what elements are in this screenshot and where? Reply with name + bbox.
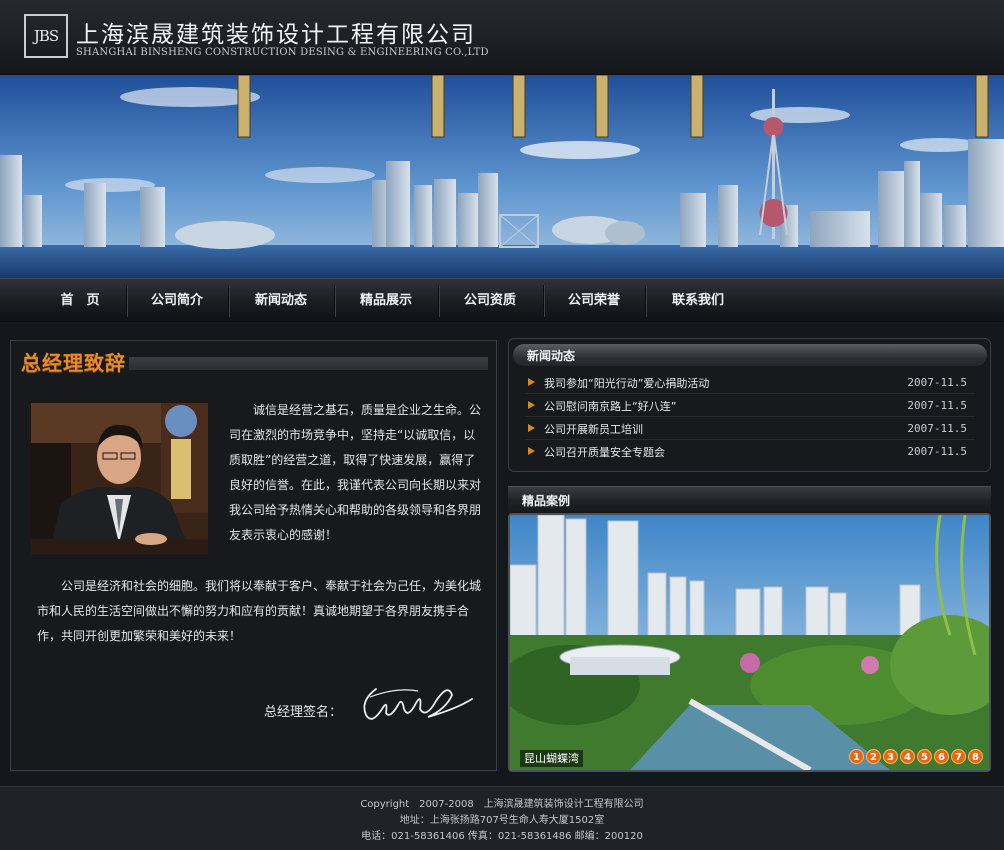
cases-title: 精品案例 xyxy=(522,494,571,508)
news-header-bar: 新闻动态 xyxy=(513,344,987,366)
skyline-banner xyxy=(0,75,1004,278)
news-item[interactable]: 公司慰问南京路上“好八连” 2007-11.5 xyxy=(525,395,975,417)
gm-signature-image xyxy=(356,679,476,733)
gm-portrait-image xyxy=(31,403,208,554)
news-item[interactable]: 公司召开质量安全专题会 2007-11.5 xyxy=(525,441,975,463)
case-photo xyxy=(510,515,989,770)
nav-divider xyxy=(543,285,544,317)
news-item-title[interactable]: 公司召开质量安全专题会 xyxy=(544,444,665,460)
news-panel: 新闻动态 我司参加“阳光行动”爱心捐助活动 2007-11.5 公司慰问南京路上… xyxy=(508,338,991,472)
footer-address: 地址：上海张扬路707号生命人寿大厦1502室 xyxy=(399,815,605,826)
news-item[interactable]: 公司开展新员工培训 2007-11.5 xyxy=(525,418,975,440)
nav-home[interactable]: 首 页 xyxy=(40,279,120,322)
news-item-title[interactable]: 公司慰问南京路上“好八连” xyxy=(544,398,676,414)
pager-button-6[interactable]: 6 xyxy=(934,749,949,764)
nav-divider xyxy=(126,285,127,317)
footer-copyright: Copyright 2007-2008 上海滨晟建筑装饰设计工程有限公司 xyxy=(360,799,644,810)
site-footer: Copyright 2007-2008 上海滨晟建筑装饰设计工程有限公司 地址：… xyxy=(0,786,1004,850)
nav-divider xyxy=(334,285,335,317)
nav-divider xyxy=(645,285,646,317)
pager-button-1[interactable]: 1 xyxy=(849,749,864,764)
case-caption: 昆山蝴蝶湾 xyxy=(520,750,583,767)
news-item-date: 2007-11.5 xyxy=(907,376,967,389)
nav-divider xyxy=(228,285,229,317)
pager-button-7[interactable]: 7 xyxy=(951,749,966,764)
pager-button-5[interactable]: 5 xyxy=(917,749,932,764)
main-nav: 首 页 公司简介 新闻动态 精品展示 公司资质 公司荣誉 联系我们 xyxy=(0,278,1004,322)
gm-speech-paragraph-2: 公司是经济和社会的细胞。我们将以奉献于客户、奉献于社会为己任，为美化城市和人民的… xyxy=(37,579,482,643)
case-slideshow[interactable]: 昆山蝴蝶湾 1 2 3 4 5 6 7 8 xyxy=(508,513,991,772)
bullet-arrow-icon xyxy=(528,378,535,386)
news-item-title[interactable]: 公司开展新员工培训 xyxy=(544,421,643,437)
news-item-date: 2007-11.5 xyxy=(907,422,967,435)
nav-honors[interactable]: 公司荣誉 xyxy=(554,279,634,322)
news-item-date: 2007-11.5 xyxy=(907,399,967,412)
footer-contact: 电话：021-58361406 传真：021-58361486 邮编：20012… xyxy=(361,831,643,842)
nav-contact[interactable]: 联系我们 xyxy=(658,279,738,322)
nav-showcase[interactable]: 精品展示 xyxy=(346,279,426,322)
nav-divider xyxy=(438,285,439,317)
slideshow-pager: 1 2 3 4 5 6 7 8 xyxy=(849,749,983,764)
nav-news[interactable]: 新闻动态 xyxy=(241,279,321,322)
gm-speech-paragraph-1: 诚信是经营之基石，质量是企业之生命。公司在激烈的市场竞争中，坚持走“以诚取信，以… xyxy=(229,403,482,542)
news-title: 新闻动态 xyxy=(527,349,576,363)
pager-button-8[interactable]: 8 xyxy=(968,749,983,764)
company-logo[interactable]: JBS xyxy=(24,14,68,58)
pager-button-4[interactable]: 4 xyxy=(900,749,915,764)
title-divider-bar xyxy=(129,357,488,370)
cases-header-bar: 精品案例 xyxy=(508,486,991,512)
company-name-cn: 上海滨晟建筑装饰设计工程有限公司 xyxy=(76,22,476,48)
nav-about[interactable]: 公司简介 xyxy=(137,279,217,322)
news-item[interactable]: 我司参加“阳光行动”爱心捐助活动 2007-11.5 xyxy=(525,372,975,394)
pager-button-3[interactable]: 3 xyxy=(883,749,898,764)
bullet-arrow-icon xyxy=(528,401,535,409)
gm-speech-title: 总经理致辞 xyxy=(21,351,126,375)
pager-button-2[interactable]: 2 xyxy=(866,749,881,764)
signature-label: 总经理签名： xyxy=(264,705,343,720)
news-item-date: 2007-11.5 xyxy=(907,445,967,458)
nav-qualification[interactable]: 公司资质 xyxy=(450,279,530,322)
site-header: JBS 上海滨晟建筑装饰设计工程有限公司 SHANGHAI BINSHENG C… xyxy=(0,0,1004,75)
bullet-arrow-icon xyxy=(528,424,535,432)
bullet-arrow-icon xyxy=(528,447,535,455)
news-item-title[interactable]: 我司参加“阳光行动”爱心捐助活动 xyxy=(544,375,709,391)
gm-speech-panel: 总经理致辞 诚信是经营之基石，质量是企业之生命。公司在激烈的市场竞争中，坚持走“… xyxy=(10,340,497,771)
company-name-en: SHANGHAI BINSHENG CONSTRUCTION DESING & … xyxy=(76,47,489,58)
